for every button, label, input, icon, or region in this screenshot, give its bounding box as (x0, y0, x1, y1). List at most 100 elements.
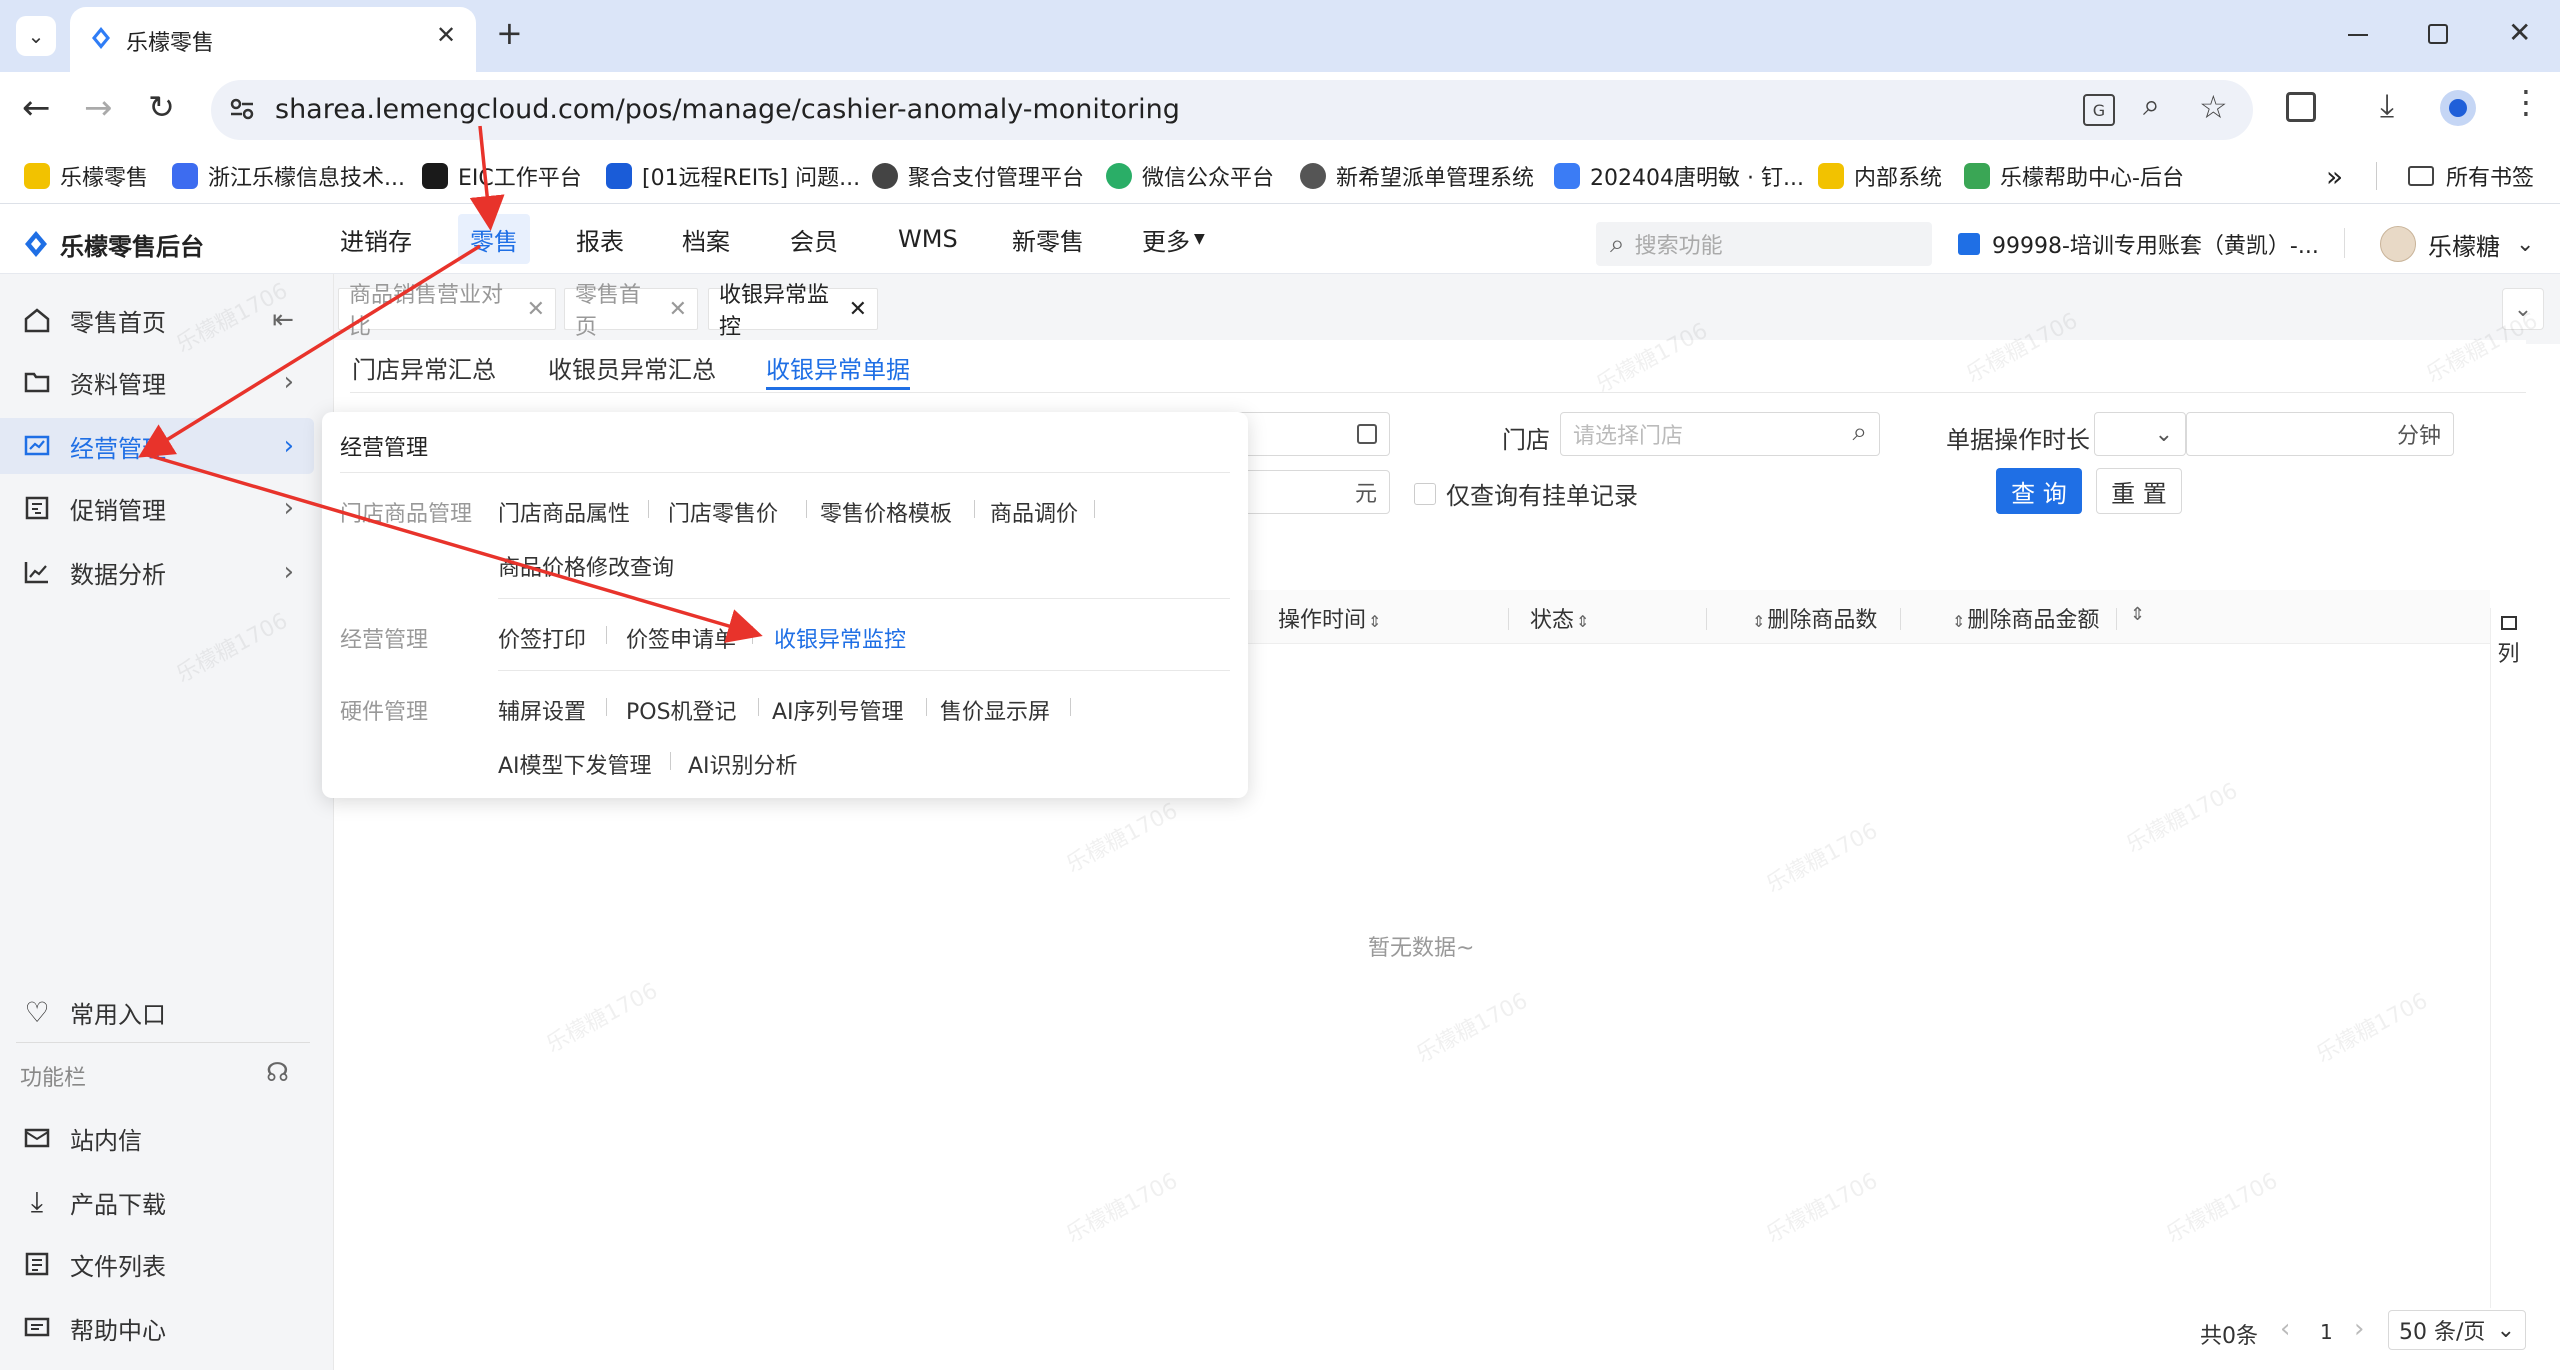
sidebar-common-entry[interactable]: ♡ 常用入口 (0, 984, 314, 1040)
zoom-icon[interactable]: ⌕ (2143, 88, 2160, 123)
bookmark-7[interactable]: 202404唐明敏 · 钉... (1554, 158, 1804, 194)
page-size-select[interactable]: 50 条/页 ⌄ (2388, 1310, 2526, 1350)
bookmark-2[interactable]: EIC工作平台 (422, 158, 582, 194)
bookmark-3[interactable]: [01远程REITs] 问题... (606, 158, 860, 194)
nav-jxc[interactable]: 进销存 (340, 214, 412, 264)
close-icon[interactable]: ✕ (527, 297, 545, 322)
sidebar-item-messages[interactable]: 站内信 (0, 1110, 314, 1166)
back-icon[interactable]: ← (22, 88, 51, 128)
nav-member[interactable]: 会员 (790, 214, 838, 264)
sort-icon[interactable]: ⇕ (2130, 604, 2145, 625)
nav-archive[interactable]: 档案 (682, 214, 730, 264)
sidebar-item-file-list[interactable]: 文件列表 (0, 1236, 314, 1292)
close-icon[interactable]: ✕ (849, 297, 867, 322)
menu-price-adjust[interactable]: 商品调价 (990, 496, 1078, 528)
reload-icon[interactable]: ↻ (148, 88, 175, 126)
url-text[interactable]: sharea.lemengcloud.com/pos/manage/cashie… (275, 94, 1180, 125)
menu-aux-screen[interactable]: 辅屏设置 (498, 694, 586, 726)
user-menu[interactable]: 乐檬糖 ⌄ (2380, 222, 2534, 266)
forward-icon[interactable]: → (84, 88, 113, 128)
sidebar-item-business-management[interactable]: 经营管理 › (0, 418, 314, 474)
all-bookmarks[interactable]: 所有书签 (2408, 158, 2534, 194)
browser-menu-icon[interactable]: ⋮ (2510, 86, 2542, 118)
subtab-cashier-summary[interactable]: 收银员异常汇总 (548, 350, 716, 390)
th-deleted-count[interactable]: ⇕删除商品数 (1752, 602, 1877, 634)
menu-ai-serial[interactable]: AI序列号管理 (772, 694, 904, 726)
bookmark-0[interactable]: 乐檬零售 (24, 158, 148, 194)
page-number[interactable]: 1 (2320, 1320, 2333, 1344)
menu-ai-model-dispatch[interactable]: AI模型下发管理 (498, 748, 652, 780)
site-info-icon[interactable] (227, 94, 257, 124)
bookmark-9[interactable]: 乐檬帮助中心-后台 (1964, 158, 2184, 194)
menu-price-display[interactable]: 售价显示屏 (940, 694, 1050, 726)
extensions-icon[interactable] (2286, 92, 2316, 122)
close-icon[interactable]: ✕ (669, 297, 687, 322)
hang-order-checkbox[interactable]: 仅查询有挂单记录 (1414, 476, 1638, 511)
page-tab-cashier-monitor[interactable]: 收银异常监控 ✕ (708, 283, 878, 340)
nav-retail[interactable]: 零售 (458, 214, 530, 264)
sidebar-item-data-management[interactable]: 资料管理 › (0, 354, 314, 410)
sort-icon[interactable]: ⇕ (1752, 612, 1765, 631)
page-tab-retail-home[interactable]: 零售首页 ✕ (564, 283, 698, 340)
menu-price-change-query[interactable]: 商品价格修改查询 (498, 550, 674, 582)
nav-new-retail[interactable]: 新零售 (1012, 214, 1084, 264)
bookmark-4[interactable]: 聚合支付管理平台 (872, 158, 1084, 194)
bookmark-8[interactable]: 内部系统 (1818, 158, 1942, 194)
restore-icon[interactable] (2428, 24, 2448, 44)
checkbox-box[interactable] (1414, 482, 1436, 505)
page-tab-sales-compare[interactable]: 商品销售营业对比 ✕ (338, 283, 556, 340)
tab-close-icon[interactable]: ✕ (436, 21, 456, 49)
profile-avatar-icon[interactable] (2440, 90, 2476, 126)
sidebar-item-retail-home[interactable]: 零售首页 ⇤ (0, 292, 314, 348)
subtab-anomaly-docs[interactable]: 收银异常单据 (766, 350, 910, 390)
sort-icon[interactable]: ⇕ (1576, 612, 1589, 631)
th-status[interactable]: 状态 ⇕ (1530, 602, 1589, 634)
menu-store-retail-price[interactable]: 门店零售价 (668, 496, 778, 528)
sidebar-item-downloads[interactable]: ⤓ 产品下载 (0, 1174, 314, 1230)
bookmark-1[interactable]: 浙江乐檬信息技术... (172, 158, 405, 194)
duration-operator-select[interactable]: ⌄ (2094, 412, 2186, 456)
sidebar-item-data-analysis[interactable]: 数据分析 › (0, 544, 314, 600)
headset-icon[interactable]: ☊ (266, 1058, 289, 1088)
menu-store-goods-attr[interactable]: 门店商品属性 (498, 496, 630, 528)
prev-page-icon[interactable]: ‹ (2280, 1314, 2290, 1344)
menu-price-tag-apply[interactable]: 价签申请单 (626, 622, 736, 654)
app-logo[interactable]: 乐檬零售后台 (22, 222, 204, 266)
nav-report[interactable]: 报表 (576, 214, 624, 264)
bookmark-5[interactable]: 微信公众平台 (1106, 158, 1274, 194)
minimize-icon[interactable] (2348, 34, 2368, 36)
browser-tab-active[interactable]: 乐檬零售 ✕ (70, 7, 476, 72)
menu-cashier-anomaly-monitor[interactable]: 收银异常监控 (774, 622, 906, 654)
new-tab-icon[interactable]: + (496, 14, 523, 52)
next-page-icon[interactable]: › (2354, 1314, 2364, 1344)
sidebar-item-promotion[interactable]: 促销管理 › (0, 480, 314, 536)
reset-button[interactable]: 重 置 (2096, 468, 2182, 514)
function-search-input[interactable]: ⌕ 搜索功能 (1596, 222, 1932, 266)
nav-wms[interactable]: WMS (898, 214, 958, 264)
translate-icon[interactable]: G (2083, 94, 2115, 126)
menu-pos-register[interactable]: POS机登记 (626, 694, 737, 726)
store-select[interactable]: 请选择门店 ⌕ (1560, 412, 1880, 456)
star-bookmark-icon[interactable]: ☆ (2199, 88, 2228, 126)
window-close-icon[interactable]: ✕ (2508, 16, 2531, 49)
menu-ai-recognition[interactable]: AI识别分析 (688, 748, 798, 780)
tabs-dropdown-icon[interactable]: ⌄ (2502, 288, 2544, 330)
nav-more[interactable]: 更多 ▼ (1142, 214, 1205, 264)
omnibox[interactable]: sharea.lemengcloud.com/pos/manage/cashie… (211, 80, 2253, 140)
download-icon[interactable]: ⤓ (2380, 86, 2394, 125)
tab-search-button[interactable]: ⌄ (16, 16, 56, 56)
duration-input[interactable]: 分钟 (2186, 412, 2454, 456)
sort-icon[interactable]: ⇕ (1368, 612, 1381, 631)
column-settings-button[interactable]: 列 (2490, 608, 2526, 1308)
bookmarks-overflow-icon[interactable]: » (2326, 158, 2343, 194)
th-deleted-amount[interactable]: ⇕删除商品金额 (1952, 602, 2099, 634)
account-selector[interactable]: 99998-培训专用账套（黄凯）-... (1958, 224, 2319, 264)
sidebar-item-help[interactable]: 帮助中心 (0, 1300, 314, 1356)
subtab-store-summary[interactable]: 门店异常汇总 (352, 350, 496, 390)
sort-icon[interactable]: ⇕ (1952, 612, 1965, 631)
bookmark-6[interactable]: 新希望派单管理系统 (1300, 158, 1534, 194)
menu-retail-price-template[interactable]: 零售价格模板 (820, 496, 952, 528)
th-operate-time[interactable]: 操作时间 ⇕ (1278, 602, 1381, 634)
query-button[interactable]: 查 询 (1996, 468, 2082, 514)
collapse-sidebar-icon[interactable]: ⇤ (272, 305, 294, 335)
